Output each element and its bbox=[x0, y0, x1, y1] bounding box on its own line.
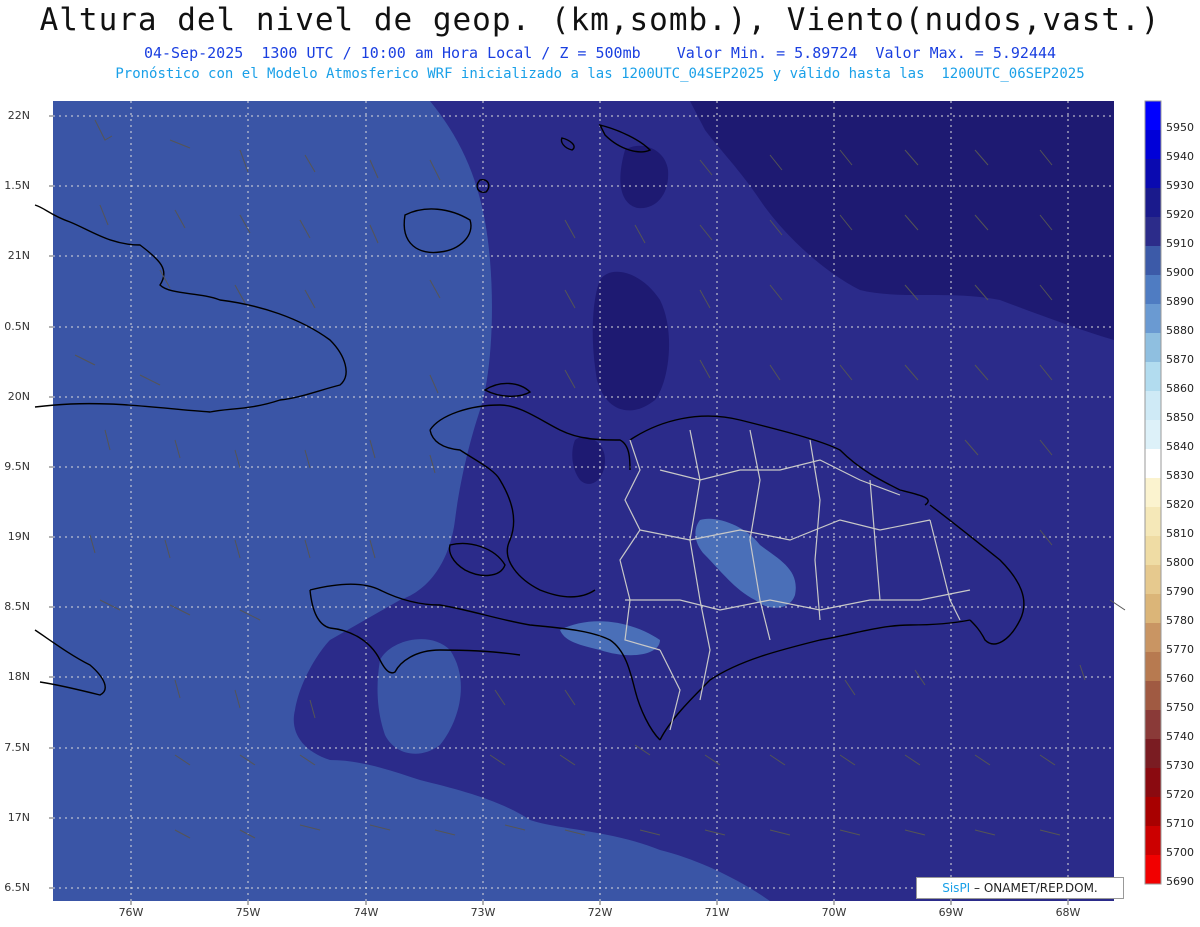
lon-label: 69W bbox=[938, 906, 964, 919]
colorbar-swatch bbox=[1145, 188, 1161, 217]
colorbar-label: 5930 bbox=[1166, 179, 1194, 192]
colorbar-label: 5870 bbox=[1166, 353, 1194, 366]
map-plot bbox=[34, 100, 1162, 905]
colorbar-swatch bbox=[1145, 855, 1161, 884]
credit-box: SisPI – ONAMET/REP.DOM. bbox=[916, 877, 1124, 899]
colorbar-swatch bbox=[1145, 478, 1161, 507]
colorbar-label: 5780 bbox=[1166, 614, 1194, 627]
colorbar-swatch bbox=[1145, 101, 1161, 130]
colorbar-swatch bbox=[1145, 681, 1161, 710]
colorbar-swatch bbox=[1145, 159, 1161, 188]
credit-text: – ONAMET/REP.DOM. bbox=[970, 881, 1098, 895]
colorbar-swatch bbox=[1145, 594, 1161, 623]
colorbar-swatch bbox=[1145, 768, 1161, 797]
colorbar-swatch bbox=[1145, 391, 1161, 420]
colorbar-swatch bbox=[1145, 304, 1161, 333]
colorbar-swatch bbox=[1145, 130, 1161, 159]
colorbar-label: 5880 bbox=[1166, 324, 1194, 337]
lat-label: 19N bbox=[7, 530, 30, 543]
lon-label: 73W bbox=[470, 906, 496, 919]
lat-label: 9.5N bbox=[4, 460, 30, 473]
colorbar-label: 5890 bbox=[1166, 295, 1194, 308]
lon-label: 75W bbox=[235, 906, 261, 919]
colorbar-swatch bbox=[1145, 739, 1161, 768]
lat-label: 20N bbox=[7, 390, 30, 403]
lon-label: 70W bbox=[821, 906, 847, 919]
colorbar-label: 5720 bbox=[1166, 788, 1194, 801]
lat-label: 17N bbox=[7, 811, 30, 824]
colorbar-swatch bbox=[1145, 797, 1161, 826]
colorbar-label: 5730 bbox=[1166, 759, 1194, 772]
colorbar-swatch bbox=[1145, 362, 1161, 391]
colorbar bbox=[1144, 100, 1162, 885]
lat-label: 21N bbox=[7, 249, 30, 262]
lat-label: 8.5N bbox=[4, 600, 30, 613]
colorbar-label: 5940 bbox=[1166, 150, 1194, 163]
lon-label: 74W bbox=[353, 906, 379, 919]
colorbar-label: 5770 bbox=[1166, 643, 1194, 656]
lat-label: 22N bbox=[7, 109, 30, 122]
colorbar-swatch bbox=[1145, 449, 1161, 478]
colorbar-swatch bbox=[1145, 565, 1161, 594]
colorbar-label: 5700 bbox=[1166, 846, 1194, 859]
colorbar-label: 5790 bbox=[1166, 585, 1194, 598]
colorbar-swatch bbox=[1145, 333, 1161, 362]
colorbar-label: 5920 bbox=[1166, 208, 1194, 221]
colorbar-swatch bbox=[1145, 536, 1161, 565]
colorbar-label: 5690 bbox=[1166, 875, 1194, 888]
colorbar-label: 5810 bbox=[1166, 527, 1194, 540]
lat-label: 1.5N bbox=[4, 179, 30, 192]
colorbar-label: 5850 bbox=[1166, 411, 1194, 424]
colorbar-label: 5710 bbox=[1166, 817, 1194, 830]
lon-label: 71W bbox=[704, 906, 730, 919]
lat-label: 0.5N bbox=[4, 320, 30, 333]
colorbar-label: 5760 bbox=[1166, 672, 1194, 685]
lon-label: 76W bbox=[118, 906, 144, 919]
colorbar-label: 5800 bbox=[1166, 556, 1194, 569]
colorbar-swatch bbox=[1145, 623, 1161, 652]
colorbar-label: 5860 bbox=[1166, 382, 1194, 395]
colorbar-swatch bbox=[1145, 217, 1161, 246]
colorbar-label: 5900 bbox=[1166, 266, 1194, 279]
sispi-brand: SisPI bbox=[942, 881, 971, 895]
colorbar-swatch bbox=[1145, 710, 1161, 739]
colorbar-label: 5820 bbox=[1166, 498, 1194, 511]
colorbar-swatch bbox=[1145, 246, 1161, 275]
colorbar-label: 5840 bbox=[1166, 440, 1194, 453]
colorbar-swatch bbox=[1145, 826, 1161, 855]
lat-label: 6.5N bbox=[4, 881, 30, 894]
colorbar-swatch bbox=[1145, 507, 1161, 536]
lat-label: 7.5N bbox=[4, 741, 30, 754]
colorbar-swatch bbox=[1145, 652, 1161, 681]
lon-label: 72W bbox=[587, 906, 613, 919]
colorbar-label: 5740 bbox=[1166, 730, 1194, 743]
colorbar-swatch bbox=[1145, 420, 1161, 449]
lat-label: 18N bbox=[7, 670, 30, 683]
colorbar-label: 5750 bbox=[1166, 701, 1194, 714]
colorbar-label: 5950 bbox=[1166, 121, 1194, 134]
colorbar-swatch bbox=[1145, 275, 1161, 304]
colorbar-label: 5830 bbox=[1166, 469, 1194, 482]
lon-label: 68W bbox=[1055, 906, 1081, 919]
colorbar-label: 5910 bbox=[1166, 237, 1194, 250]
